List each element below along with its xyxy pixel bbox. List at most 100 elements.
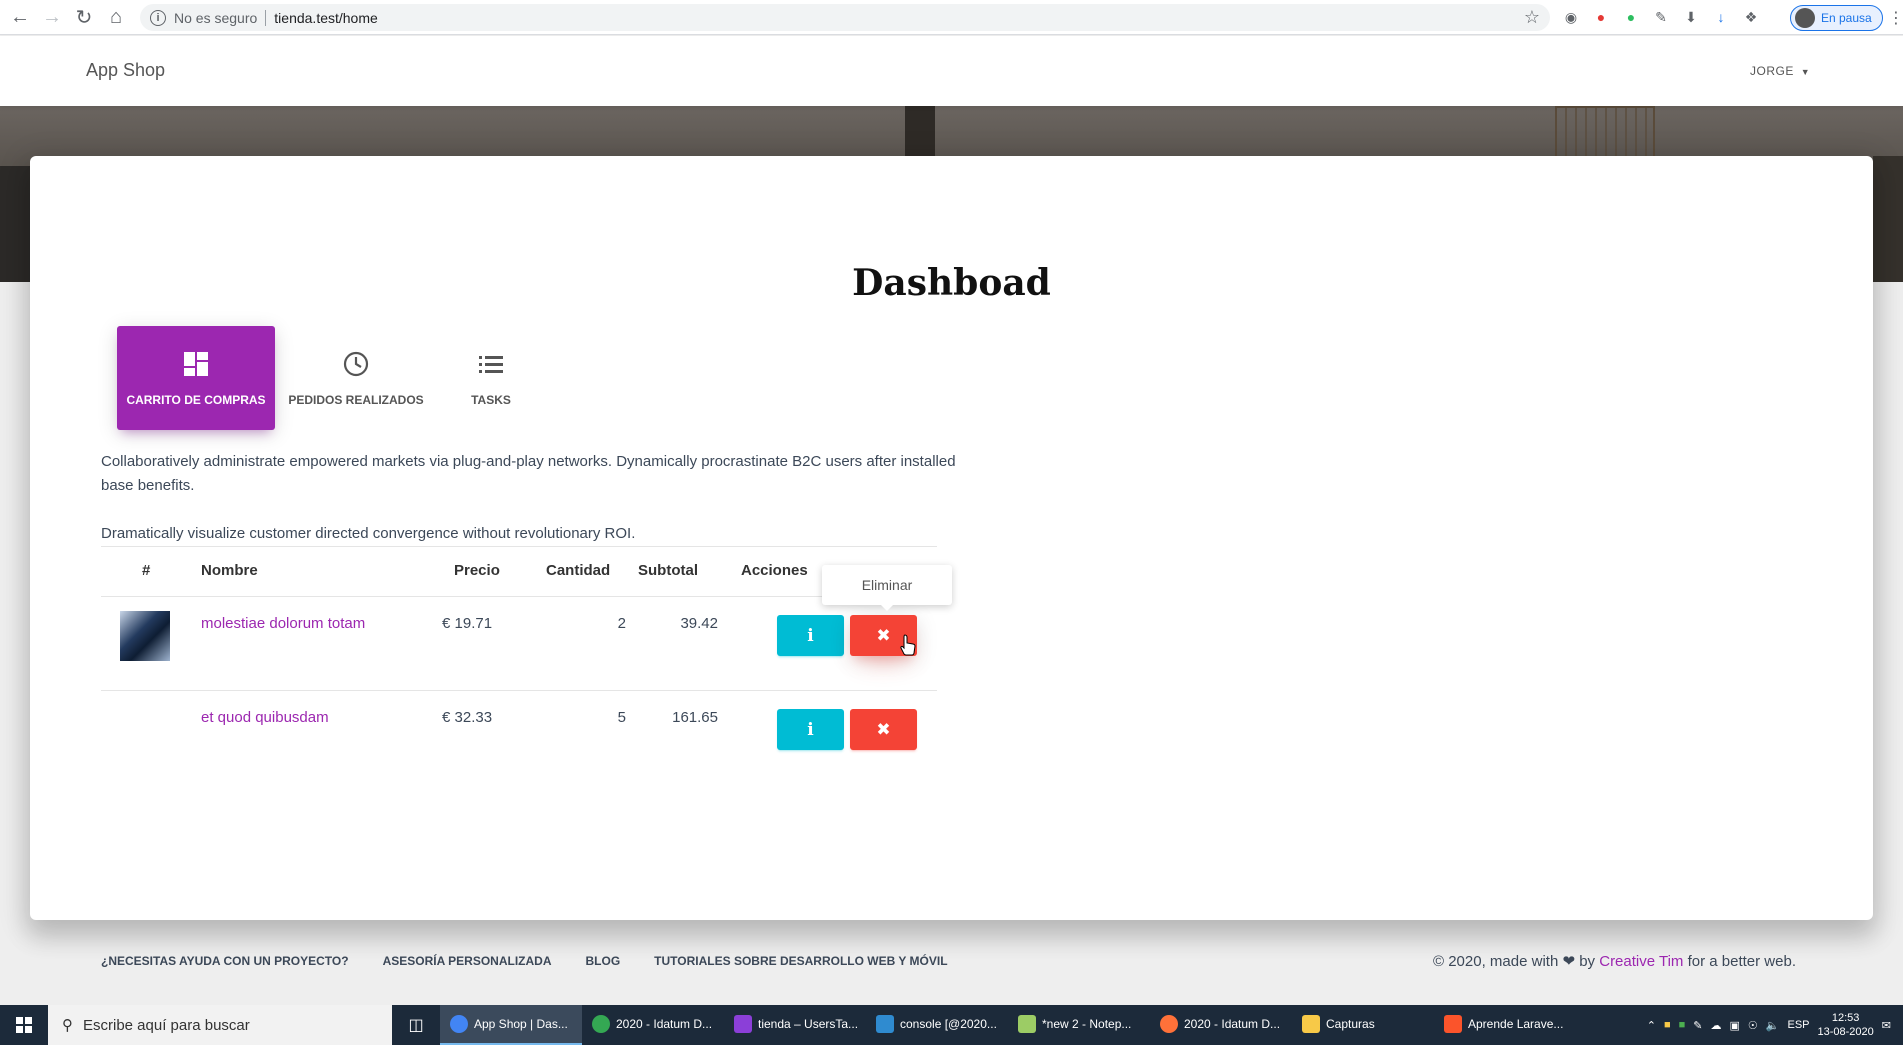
page-title: Dashboad bbox=[852, 262, 1051, 304]
info-button[interactable]: i bbox=[777, 615, 844, 656]
close-icon: ✖ bbox=[876, 625, 891, 645]
avatar bbox=[1795, 8, 1815, 28]
task-label: Capturas bbox=[1326, 1017, 1375, 1031]
building-right bbox=[1873, 156, 1903, 282]
task-view-icon[interactable]: ◫ bbox=[392, 1005, 440, 1045]
copyright-suffix: for a better web. bbox=[1687, 953, 1796, 970]
pencil-icon[interactable]: ✎ bbox=[1650, 6, 1672, 28]
phpstorm-icon bbox=[734, 1015, 752, 1033]
home-icon[interactable]: ⌂ bbox=[100, 1, 132, 33]
taskbar-app-phpstorm[interactable]: tienda – UsersTa... bbox=[724, 1005, 866, 1045]
pen-icon[interactable]: ✎ bbox=[1693, 1019, 1702, 1032]
nav-pills: CARRITO DE COMPRAS PEDIDOS REALIZADOS TA… bbox=[117, 326, 545, 430]
system-tray: ⌃ ■ ■ ✎ ☁ ▣ ☉ 🔈 ESP 12:53 13-08-2020 ✉ bbox=[1647, 1005, 1903, 1045]
extensions-bar: ◉ ● ● ✎ ⬇ ↓ ❖ bbox=[1560, 6, 1762, 28]
copyright-by: by bbox=[1579, 953, 1596, 970]
download-circle-icon[interactable]: ⬇ bbox=[1680, 6, 1702, 28]
footer-link[interactable]: TUTORIALES SOBRE DESARROLLO WEB Y MÓVIL bbox=[654, 954, 947, 968]
globe-icon[interactable]: ☉ bbox=[1748, 1019, 1758, 1032]
user-name: JORGE bbox=[1750, 64, 1794, 78]
profile-button[interactable]: En pausa bbox=[1790, 5, 1883, 31]
tower-silhouette bbox=[905, 106, 935, 156]
footer-link[interactable]: ASESORÍA PERSONALIZADA bbox=[383, 954, 552, 968]
url-text[interactable]: tienda.test/home bbox=[274, 10, 378, 26]
footer-link[interactable]: ¿NECESITAS AYUDA CON UN PROYECTO? bbox=[101, 954, 349, 968]
download-arrow-icon[interactable]: ↓ bbox=[1710, 6, 1732, 28]
product-quantity: 2 bbox=[617, 615, 626, 632]
profile-label: En pausa bbox=[1821, 11, 1872, 25]
extension-red-icon[interactable]: ● bbox=[1590, 6, 1612, 28]
product-price: € 32.33 bbox=[442, 709, 493, 726]
volume-icon[interactable]: 🔈 bbox=[1766, 1019, 1780, 1032]
footer-link[interactable]: BLOG bbox=[586, 954, 621, 968]
browser-toolbar: ← → ↻ ⌂ i No es seguro tienda.test/home … bbox=[0, 0, 1903, 35]
col-header-subtotal: Subtotal bbox=[638, 562, 698, 579]
brand-link[interactable]: App Shop bbox=[86, 60, 165, 81]
product-price: € 19.71 bbox=[442, 615, 493, 632]
notifications-icon[interactable]: ✉ bbox=[1882, 1019, 1891, 1032]
caret-down-icon: ▼ bbox=[1800, 67, 1811, 77]
forward-icon[interactable]: → bbox=[36, 1, 68, 33]
clock[interactable]: 12:53 13-08-2020 bbox=[1818, 1011, 1874, 1039]
task-label: App Shop | Das... bbox=[474, 1017, 568, 1031]
list-icon bbox=[478, 349, 504, 379]
task-label: Aprende Larave... bbox=[1468, 1017, 1564, 1031]
info-icon[interactable]: i bbox=[150, 9, 166, 26]
app-navbar: App Shop JORGE ▼ bbox=[0, 36, 1903, 106]
cloud-icon[interactable]: ☁ bbox=[1711, 1019, 1722, 1032]
tray-app-icon[interactable]: ■ bbox=[1664, 1019, 1671, 1031]
taskbar-app-chrome-2[interactable]: 2020 - Idatum D... bbox=[582, 1005, 724, 1045]
info-icon: i bbox=[807, 625, 814, 646]
language-indicator[interactable]: ESP bbox=[1787, 1019, 1809, 1031]
taskbar-search-input[interactable]: ⚲ Escribe aquí para buscar bbox=[48, 1005, 392, 1045]
heart-icon: ❤ bbox=[1562, 953, 1576, 970]
product-quantity: 5 bbox=[617, 709, 626, 726]
folder-icon bbox=[1302, 1015, 1320, 1033]
col-header-acciones: Acciones bbox=[741, 562, 808, 579]
datagrip-icon bbox=[876, 1015, 894, 1033]
security-label: No es seguro bbox=[174, 9, 258, 26]
description-paragraph: Collaboratively administrate empowered m… bbox=[101, 453, 956, 494]
taskbar-app-chrome[interactable]: App Shop | Das... bbox=[440, 1005, 582, 1045]
network-icon[interactable]: ▣ bbox=[1730, 1019, 1740, 1032]
chevron-up-icon[interactable]: ⌃ bbox=[1647, 1019, 1656, 1032]
evernote-icon[interactable]: ● bbox=[1620, 6, 1642, 28]
windows-taskbar: ⚲ Escribe aquí para buscar ◫ App Shop | … bbox=[0, 1005, 1903, 1045]
product-name-link[interactable]: molestiae dolorum totam bbox=[201, 615, 365, 632]
windows-start-icon[interactable] bbox=[0, 1005, 48, 1045]
tab-label: PEDIDOS REALIZADOS bbox=[288, 393, 424, 407]
creative-tim-link[interactable]: Creative Tim bbox=[1599, 953, 1683, 970]
product-name-link[interactable]: et quod quibusdam bbox=[201, 709, 329, 726]
col-header-cantidad: Cantidad bbox=[546, 562, 611, 579]
taskbar-app-brave[interactable]: Aprende Larave... bbox=[1434, 1005, 1576, 1045]
divider bbox=[265, 9, 267, 26]
taskbar-app-datagrip[interactable]: console [@2020... bbox=[866, 1005, 1008, 1045]
puzzle-icon[interactable]: ❖ bbox=[1740, 6, 1762, 28]
copyright-prefix: © 2020, made with bbox=[1433, 953, 1559, 970]
col-header-nombre: Nombre bbox=[201, 562, 258, 579]
delete-button[interactable]: ✖ bbox=[850, 709, 917, 750]
tab-pedidos[interactable]: PEDIDOS REALIZADOS bbox=[275, 326, 437, 430]
product-subtotal: 161.65 bbox=[672, 709, 718, 726]
tab-tasks[interactable]: TASKS bbox=[437, 326, 545, 430]
description-paragraph: Dramatically visualize customer directed… bbox=[101, 525, 636, 542]
back-icon[interactable]: ← bbox=[4, 1, 36, 33]
reload-icon[interactable]: ↻ bbox=[68, 1, 100, 33]
user-menu[interactable]: JORGE ▼ bbox=[1750, 64, 1810, 78]
cart-table: # Nombre Precio Cantidad Subtotal Accion… bbox=[101, 546, 937, 784]
building-left bbox=[0, 166, 30, 282]
tray-app-icon[interactable]: ■ bbox=[1679, 1019, 1686, 1031]
firefox-icon bbox=[1160, 1015, 1178, 1033]
tab-carrito[interactable]: CARRITO DE COMPRAS bbox=[117, 326, 275, 430]
camera-icon[interactable]: ◉ bbox=[1560, 6, 1582, 28]
more-menu-icon[interactable]: ⋮ bbox=[1888, 8, 1903, 28]
taskbar-app-notepad[interactable]: *new 2 - Notep... bbox=[1008, 1005, 1150, 1045]
col-header-precio: Precio bbox=[454, 562, 500, 579]
info-button[interactable]: i bbox=[777, 709, 844, 750]
address-bar[interactable]: i No es seguro tienda.test/home ☆ bbox=[140, 4, 1550, 31]
taskbar-app-explorer[interactable]: Capturas bbox=[1292, 1005, 1434, 1045]
bookmark-star-icon[interactable]: ☆ bbox=[1524, 7, 1540, 28]
search-placeholder: Escribe aquí para buscar bbox=[83, 1016, 250, 1034]
taskbar-app-firefox[interactable]: 2020 - Idatum D... bbox=[1150, 1005, 1292, 1045]
tab-label: CARRITO DE COMPRAS bbox=[126, 393, 266, 407]
